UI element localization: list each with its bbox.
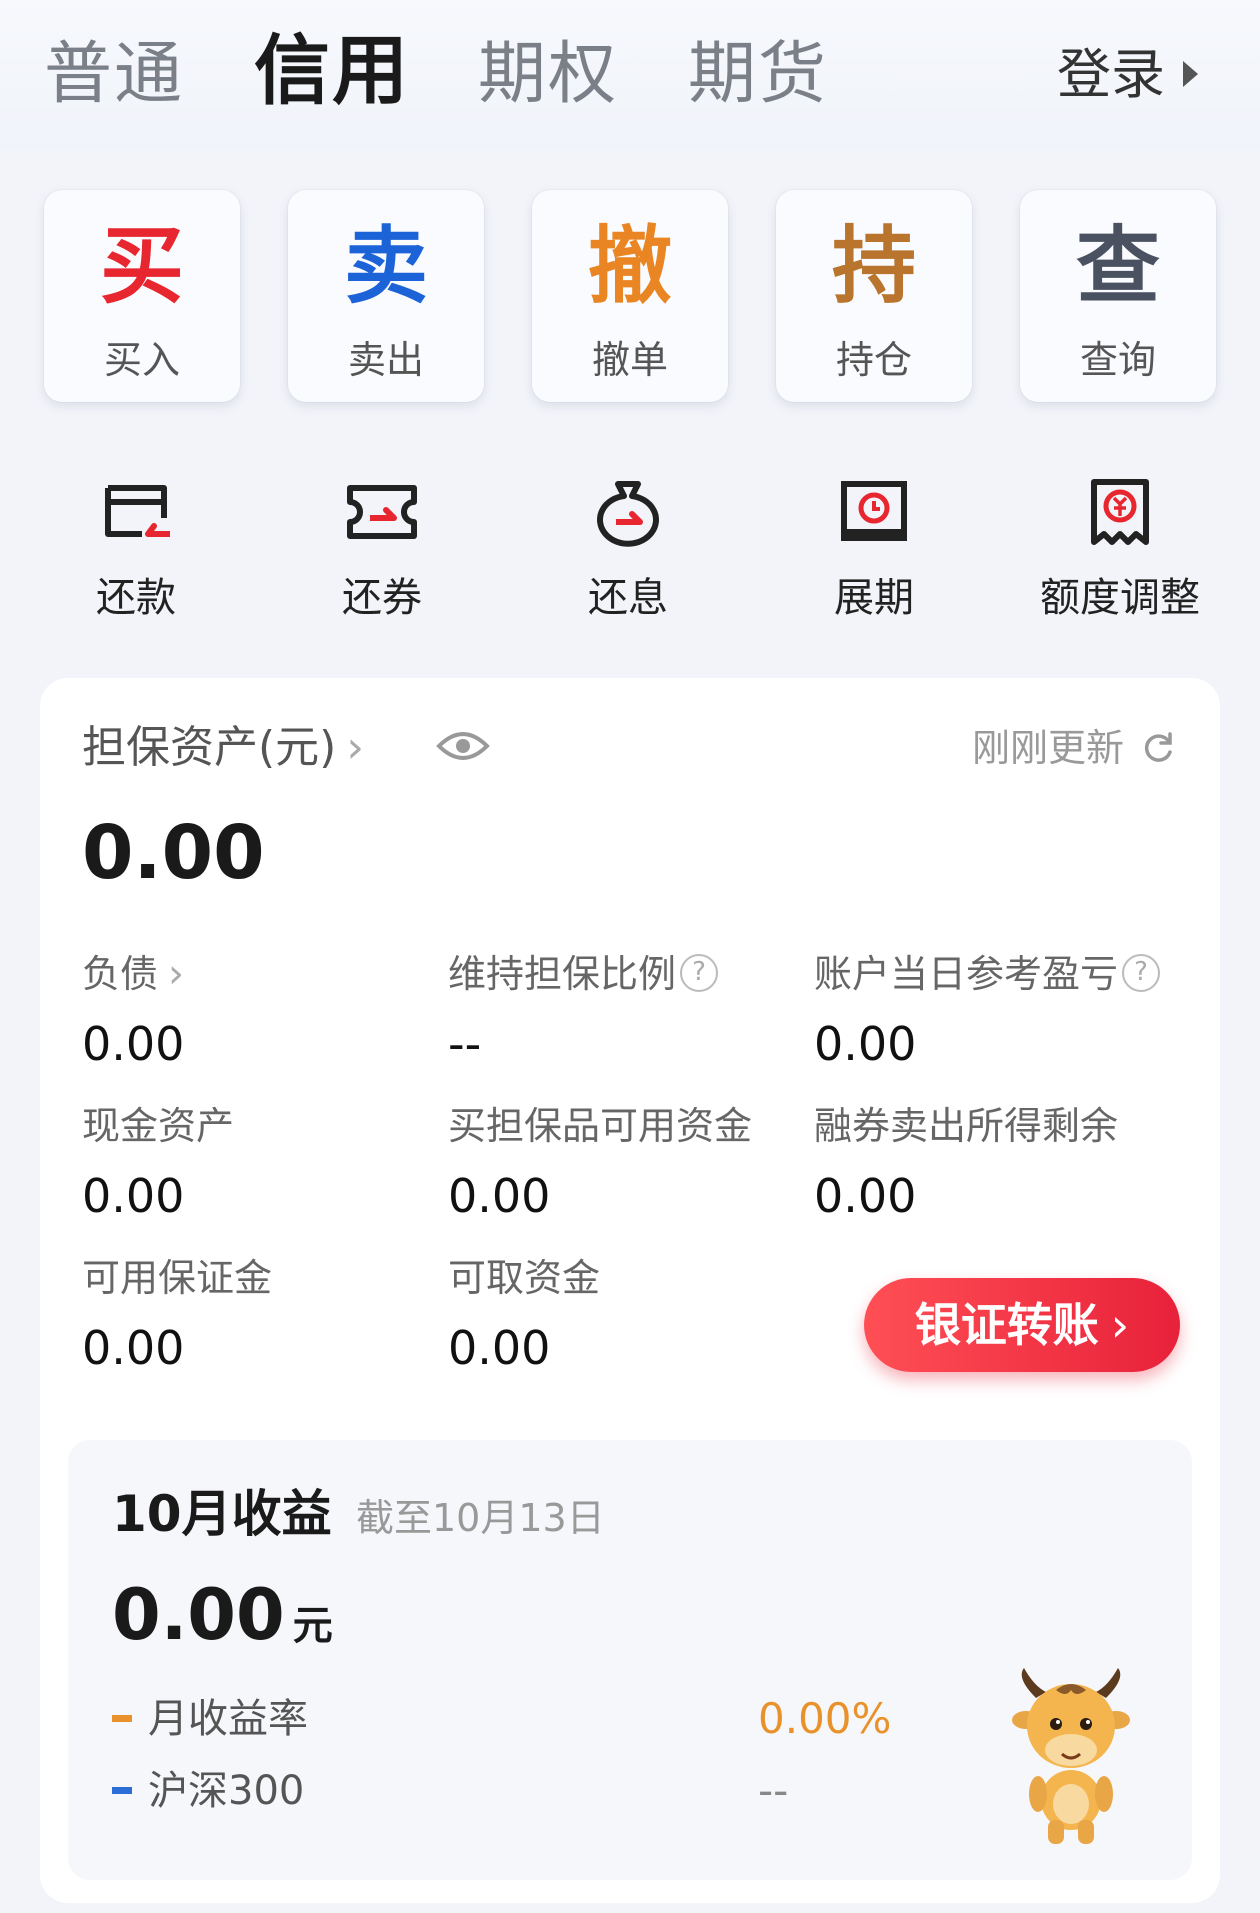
chevron-right-icon: ›: [1110, 1298, 1130, 1352]
query-button[interactable]: 查 查询: [1020, 190, 1216, 402]
metric-value: 0.00: [814, 1169, 917, 1223]
csi300-value: --: [758, 1766, 789, 1815]
metric-label: 买担保品可用资金: [448, 1104, 753, 1148]
earnings-value: 0.00: [112, 1574, 285, 1656]
query-glyph: 查: [1075, 217, 1160, 315]
quota-adjust-label: 额度调整: [1040, 575, 1200, 621]
eye-icon[interactable]: [435, 726, 491, 766]
collateral-assets-link[interactable]: 担保资产(元) ›: [82, 720, 364, 776]
collateral-assets-card: 担保资产(元) › 刚刚更新 0.00 负债 › 0.00 维持担保比例? -- 账…: [40, 678, 1220, 1903]
tab-options[interactable]: 期权: [478, 30, 618, 120]
metric-value: 0.00: [82, 1321, 185, 1375]
positions-glyph: 持: [831, 217, 916, 315]
card-repay-icon: [105, 485, 170, 537]
metric-value: 0.00: [82, 1169, 185, 1223]
calendar-clock-icon: [841, 481, 907, 541]
top-tab-bar: 普通 信用 期权 期货 登录: [0, 0, 1260, 150]
chevron-right-icon: ›: [346, 722, 364, 773]
metric-label: 维持担保比例: [448, 952, 677, 996]
credit-tools: 还款 还券 还息 展期 额度调整: [0, 470, 1260, 630]
legend-label: 月收益率: [148, 1696, 308, 1742]
pay-interest-label: 还息: [588, 575, 668, 621]
earnings-amount: 0.00 元: [112, 1570, 333, 1679]
refresh-icon[interactable]: [1140, 730, 1176, 766]
tab-normal[interactable]: 普通: [44, 30, 184, 120]
metric-value: --: [448, 1017, 482, 1071]
tab-credit[interactable]: 信用: [254, 26, 410, 116]
ticket-repay-icon: [347, 485, 417, 539]
tab-futures[interactable]: 期货: [688, 30, 828, 120]
legend-csi300: 沪深300: [112, 1766, 304, 1816]
metric-label: 现金资产: [82, 1104, 235, 1148]
collateral-assets-title: 担保资产(元): [82, 722, 337, 773]
metric-label: 融券卖出所得剩余: [814, 1104, 1119, 1148]
bull-mascot-icon: [1012, 1668, 1130, 1844]
help-icon[interactable]: ?: [1122, 953, 1161, 992]
cancel-label: 撤单: [591, 338, 668, 382]
monthly-return-value: 0.00%: [758, 1694, 892, 1743]
metric-value: 0.00: [448, 1169, 551, 1223]
legend-label: 沪深300: [148, 1768, 305, 1814]
earnings-unit: 元: [292, 1603, 333, 1649]
login-label: 登录: [1057, 43, 1165, 106]
chevron-right-icon: ›: [168, 951, 185, 997]
metric-value: 0.00: [448, 1321, 551, 1375]
buy-glyph: 买: [99, 217, 184, 315]
extension-button[interactable]: 展期: [754, 470, 994, 622]
metric-label: 可用保证金: [82, 1256, 273, 1300]
transfer-label: 银证转账: [914, 1298, 1099, 1352]
quota-icon: [1091, 479, 1149, 545]
available-margin-metric: 可用保证金 0.00: [82, 1254, 442, 1376]
earnings-title: 10月收益: [112, 1485, 332, 1543]
buy-label: 买入: [103, 338, 180, 382]
collateral-total-value: 0.00: [82, 810, 265, 896]
cancel-order-button[interactable]: 撤 撤单: [532, 190, 728, 402]
positions-button[interactable]: 持 持仓: [776, 190, 972, 402]
moneybag-icon: [597, 481, 659, 547]
sell-glyph: 卖: [343, 217, 428, 315]
metric-value: 0.00: [814, 1017, 917, 1071]
return-securities-label: 还券: [342, 575, 422, 621]
metric-label: 账户当日参考盈亏: [814, 952, 1119, 996]
pay-interest-button[interactable]: 还息: [508, 470, 748, 622]
metric-value: 0.00: [82, 1017, 185, 1071]
withdrawable-funds-metric: 可取资金 0.00: [448, 1254, 808, 1376]
short-sale-proceeds-metric: 融券卖出所得剩余 0.00: [814, 1102, 1174, 1224]
repay-button[interactable]: 还款: [16, 470, 256, 622]
return-securities-button[interactable]: 还券: [262, 470, 502, 622]
trade-actions: 买 买入 卖 卖出 撤 撤单 持 持仓 查 查询: [44, 190, 1216, 402]
cash-assets-metric: 现金资产 0.00: [82, 1102, 442, 1224]
earnings-as-of: 截至10月13日: [356, 1496, 605, 1540]
query-label: 查询: [1079, 338, 1156, 382]
bank-securities-transfer-button[interactable]: 银证转账 ›: [864, 1278, 1180, 1372]
metric-label: 可取资金: [448, 1256, 601, 1300]
positions-label: 持仓: [835, 338, 912, 382]
blue-dash-icon: [112, 1786, 132, 1794]
sell-button[interactable]: 卖 卖出: [288, 190, 484, 402]
caret-right-icon: [1183, 61, 1198, 88]
collateral-buying-funds-metric: 买担保品可用资金 0.00: [448, 1102, 808, 1224]
login-button[interactable]: 登录: [1057, 40, 1198, 110]
sell-label: 卖出: [347, 338, 424, 382]
orange-dash-icon: [112, 1714, 132, 1722]
repay-label: 还款: [96, 575, 176, 621]
daily-pnl-metric: 账户当日参考盈亏? 0.00: [814, 950, 1174, 1072]
monthly-earnings-panel[interactable]: 10月收益 截至10月13日 0.00 元 月收益率 0.00% 沪深300 --: [68, 1440, 1192, 1880]
liabilities-metric[interactable]: 负债 › 0.00: [82, 950, 442, 1072]
help-icon[interactable]: ?: [680, 953, 719, 992]
maintenance-ratio-metric: 维持担保比例? --: [448, 950, 808, 1072]
metric-label: 负债: [82, 952, 159, 996]
quota-adjust-button[interactable]: 额度调整: [1000, 470, 1240, 622]
cancel-glyph: 撤: [587, 217, 672, 315]
buy-button[interactable]: 买 买入: [44, 190, 240, 402]
legend-monthly-return: 月收益率: [112, 1694, 308, 1744]
extension-label: 展期: [834, 575, 914, 621]
last-updated-text: 刚刚更新: [971, 726, 1124, 770]
